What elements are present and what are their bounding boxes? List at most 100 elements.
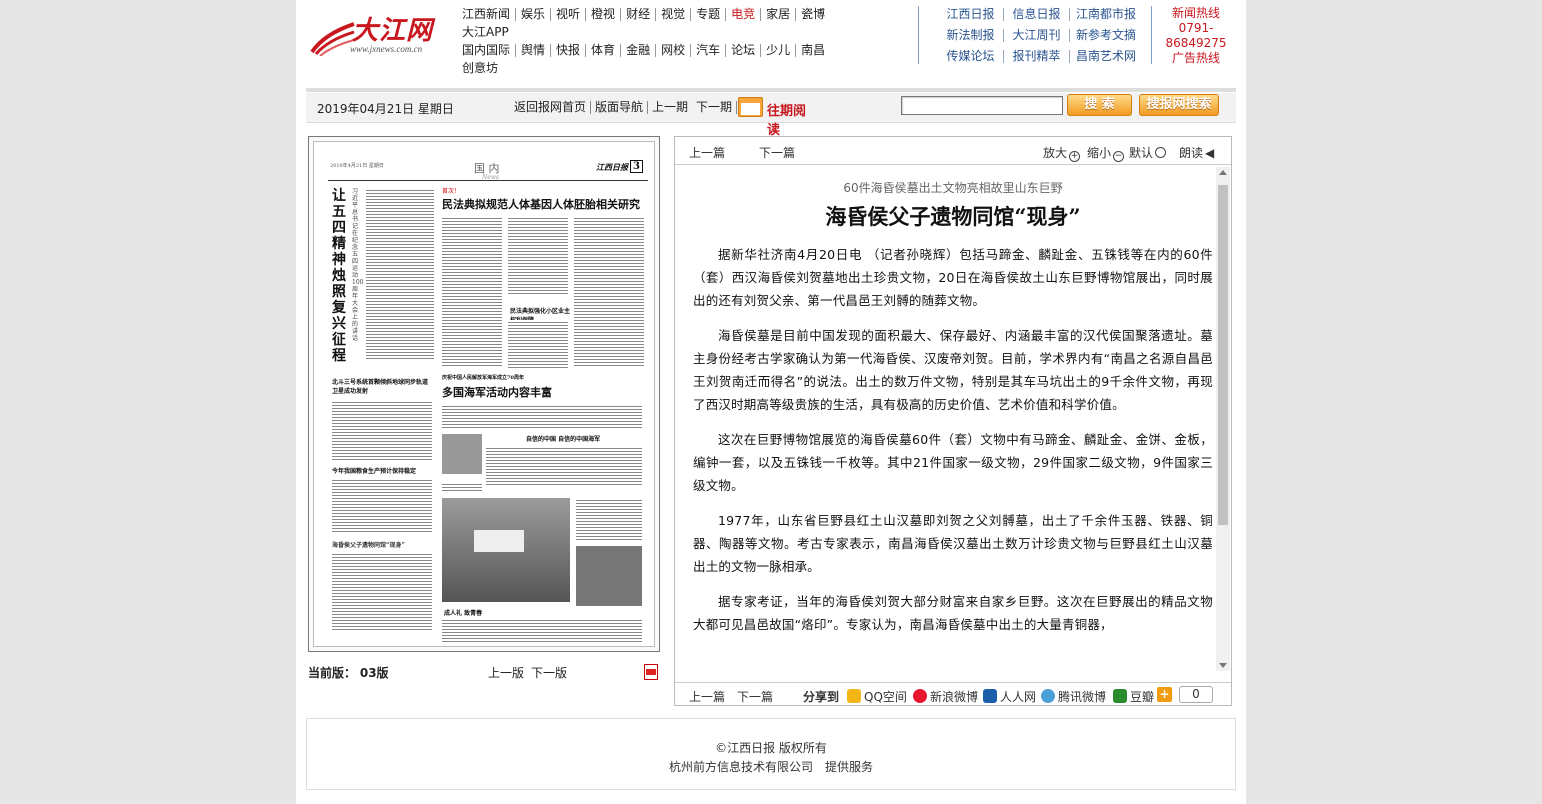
- zoom-out-button[interactable]: 缩小 −: [1087, 144, 1125, 162]
- thumb-story-title-current[interactable]: 海昏侯父子遗物同馆“现身”: [332, 540, 432, 549]
- read-aloud-button[interactable]: 朗读 ◀︎: [1179, 144, 1214, 161]
- paper-links: 江西日报 信息日报 江南都市报 新法制报 大江周刊 新参考文摘 传媒论坛 报刊精萃 昌南艺术…: [938, 4, 1150, 67]
- qzone-icon: [847, 689, 861, 703]
- plus-circle-icon: +: [1069, 151, 1081, 162]
- paper-search-button[interactable]: 搜报网搜索: [1139, 94, 1219, 116]
- speaker-icon: ◀︎: [1205, 146, 1215, 160]
- footer: ©江西日报 版权所有 杭州前方信息技术有限公司 提供服务: [306, 718, 1236, 790]
- next-article-link[interactable]: 下一篇: [759, 144, 795, 161]
- article-paragraph: 1977年，山东省巨野县红土山汉墓即刘贺之父刘髆墓，出土了千余件玉器、铁器、铜器…: [693, 513, 1213, 574]
- main-nav: 江西新闻 娱乐 视听 橙视 财经 视觉 专题 电竞 家居 瓷博 大江APP 国内国际 舆情 快报 体育金…: [456, 4, 886, 76]
- scroll-down-icon[interactable]: [1219, 663, 1227, 668]
- thumb-story-title: 今年我国粮食生产预计保持稳定: [332, 468, 417, 475]
- search-input[interactable]: [901, 96, 1063, 115]
- scroll-up-icon[interactable]: [1219, 170, 1227, 175]
- article-scrollbar[interactable]: [1216, 167, 1230, 671]
- next-issue-link[interactable]: 下一期: [692, 101, 738, 114]
- minus-circle-icon: −: [1113, 151, 1125, 162]
- share-weibo[interactable]: 新浪微博: [913, 688, 978, 705]
- search-button[interactable]: 搜 索: [1067, 94, 1132, 116]
- share-tencent-label: 腾讯微博: [1058, 690, 1107, 704]
- thumb-headline: 民法典拟规范人体基因人体胚胎相关研究: [442, 198, 640, 211]
- current-page-number: 03版: [359, 666, 389, 680]
- nav-item[interactable]: 金融: [621, 44, 657, 57]
- hotline-number: 86849275: [1165, 36, 1227, 50]
- tencent-weibo-icon: [1041, 689, 1055, 703]
- next-article-link[interactable]: 下一篇: [737, 688, 773, 705]
- archive-link[interactable]: 往期阅读: [738, 97, 818, 138]
- circle-icon: [1155, 147, 1167, 158]
- nav-item[interactable]: 视听: [551, 8, 587, 21]
- nav-item[interactable]: 论坛: [726, 44, 762, 57]
- hotline-box: 新闻热线 0791- 86849275 广告热线: [1156, 6, 1236, 66]
- ad-hotline-label: 广告热线: [1171, 51, 1220, 65]
- nav-item[interactable]: 视觉: [656, 8, 692, 21]
- share-qzone[interactable]: QQ空间: [847, 688, 907, 705]
- scrollbar-thumb[interactable]: [1218, 185, 1228, 525]
- next-page-link[interactable]: 下一版: [531, 664, 567, 681]
- renren-icon: [983, 689, 997, 703]
- nav-item[interactable]: 网校: [656, 44, 692, 57]
- logo-url: www.jxnews.com.cn: [350, 44, 423, 54]
- share-renren[interactable]: 人人网: [983, 688, 1036, 705]
- paper-link[interactable]: 江西日报: [938, 8, 1004, 21]
- paper-link[interactable]: 新法制报: [938, 29, 1004, 42]
- nav-item[interactable]: 汽车: [691, 44, 727, 57]
- paper-link[interactable]: 大江周刊: [1004, 29, 1070, 42]
- nav-item[interactable]: 家居: [761, 8, 797, 21]
- paper-link[interactable]: 信息日报: [1004, 8, 1070, 21]
- paper-link[interactable]: 江南都市报: [1070, 8, 1142, 21]
- default-size-label: 默认: [1129, 146, 1154, 160]
- zoom-in-button[interactable]: 放大 +: [1043, 144, 1081, 162]
- more-share-icon[interactable]: +: [1157, 687, 1172, 702]
- nav-item[interactable]: 瓷博: [796, 8, 830, 21]
- page-nav-link[interactable]: 版面导航: [591, 101, 649, 114]
- nav-item[interactable]: 体育: [586, 44, 622, 57]
- page-thumbnail[interactable]: 2019年4月21日 星期日 国 内 News 江西日报 3 让五四精神烛照复兴…: [308, 136, 660, 652]
- paper-link[interactable]: 传媒论坛: [938, 50, 1004, 63]
- article-paragraph: 据新华社济南4月20日电 （记者孙晓辉）包括马蹄金、麟趾金、五铢钱等在内的60件…: [693, 247, 1213, 308]
- default-size-button[interactable]: 默认: [1129, 144, 1167, 161]
- share-label: 分享到: [803, 690, 840, 704]
- read-aloud-label: 朗读: [1179, 146, 1204, 160]
- weibo-icon: [913, 689, 927, 703]
- article-toolbar: 上一篇 下一篇 放大 + 缩小 − 默认 朗读 ◀︎: [675, 137, 1231, 165]
- article-paragraph: 据专家考证，当年的海昏侯刘贺大部分财富来自家乡巨野。这次在巨野展出的精品文物大都…: [693, 594, 1213, 632]
- nav-item[interactable]: 专题: [691, 8, 727, 21]
- share-douban[interactable]: 豆瓣: [1113, 688, 1154, 705]
- nav-item[interactable]: 大江APP: [456, 26, 514, 39]
- hotline-label: 新闻热线: [1171, 6, 1220, 20]
- prev-article-link[interactable]: 上一篇: [689, 688, 725, 705]
- prev-issue-link[interactable]: 上一期: [648, 101, 692, 114]
- prev-page-link[interactable]: 上一版: [488, 664, 524, 681]
- divider: [1151, 6, 1152, 64]
- nav-item[interactable]: 橙视: [586, 8, 622, 21]
- paper-link[interactable]: 新参考文摘: [1070, 29, 1142, 42]
- nav-item[interactable]: 少儿: [761, 44, 797, 57]
- nav-item[interactable]: 娱乐: [516, 8, 552, 21]
- article-body: 60件海昏侯墓出土文物亮相故里山东巨野 海昏侯父子遗物同馆“现身” 据新华社济南…: [693, 169, 1213, 669]
- share-renren-label: 人人网: [1000, 690, 1037, 704]
- calendar-icon: [738, 97, 763, 117]
- pdf-icon[interactable]: [644, 664, 658, 680]
- article-paragraph: 这次在巨野博物馆展览的海昏侯墓60件（套）文物中有马蹄金、麟趾金、金饼、金板，编…: [693, 432, 1213, 493]
- divider: [306, 88, 1236, 92]
- paper-link[interactable]: 昌南艺术网: [1070, 50, 1142, 63]
- home-link[interactable]: 返回报网首页: [510, 101, 592, 114]
- nav-item[interactable]: 舆情: [516, 44, 552, 57]
- share-tencent-weibo[interactable]: 腾讯微博: [1041, 688, 1106, 705]
- nav-item[interactable]: 南昌: [796, 44, 830, 57]
- thumb-kicker: 庆祝中国人民解放军海军成立70周年: [442, 375, 524, 381]
- nav-item[interactable]: 创意坊: [456, 62, 503, 75]
- prev-article-link[interactable]: 上一篇: [689, 144, 725, 161]
- nav-item[interactable]: 财经: [621, 8, 657, 21]
- article-title: 海昏侯父子遗物同馆“现身”: [825, 204, 1081, 229]
- paper-link[interactable]: 报刊精萃: [1004, 50, 1070, 63]
- nav-item[interactable]: 国内国际: [456, 44, 517, 57]
- site-logo[interactable]: 大江网 www.jxnews.com.cn: [310, 6, 450, 66]
- nav-item[interactable]: 快报: [551, 44, 587, 57]
- nav-item-esports[interactable]: 电竞: [726, 8, 762, 21]
- nav-item[interactable]: 江西新闻: [456, 8, 517, 21]
- share-douban-label: 豆瓣: [1130, 690, 1155, 704]
- copyright: ©江西日报 版权所有: [715, 741, 827, 755]
